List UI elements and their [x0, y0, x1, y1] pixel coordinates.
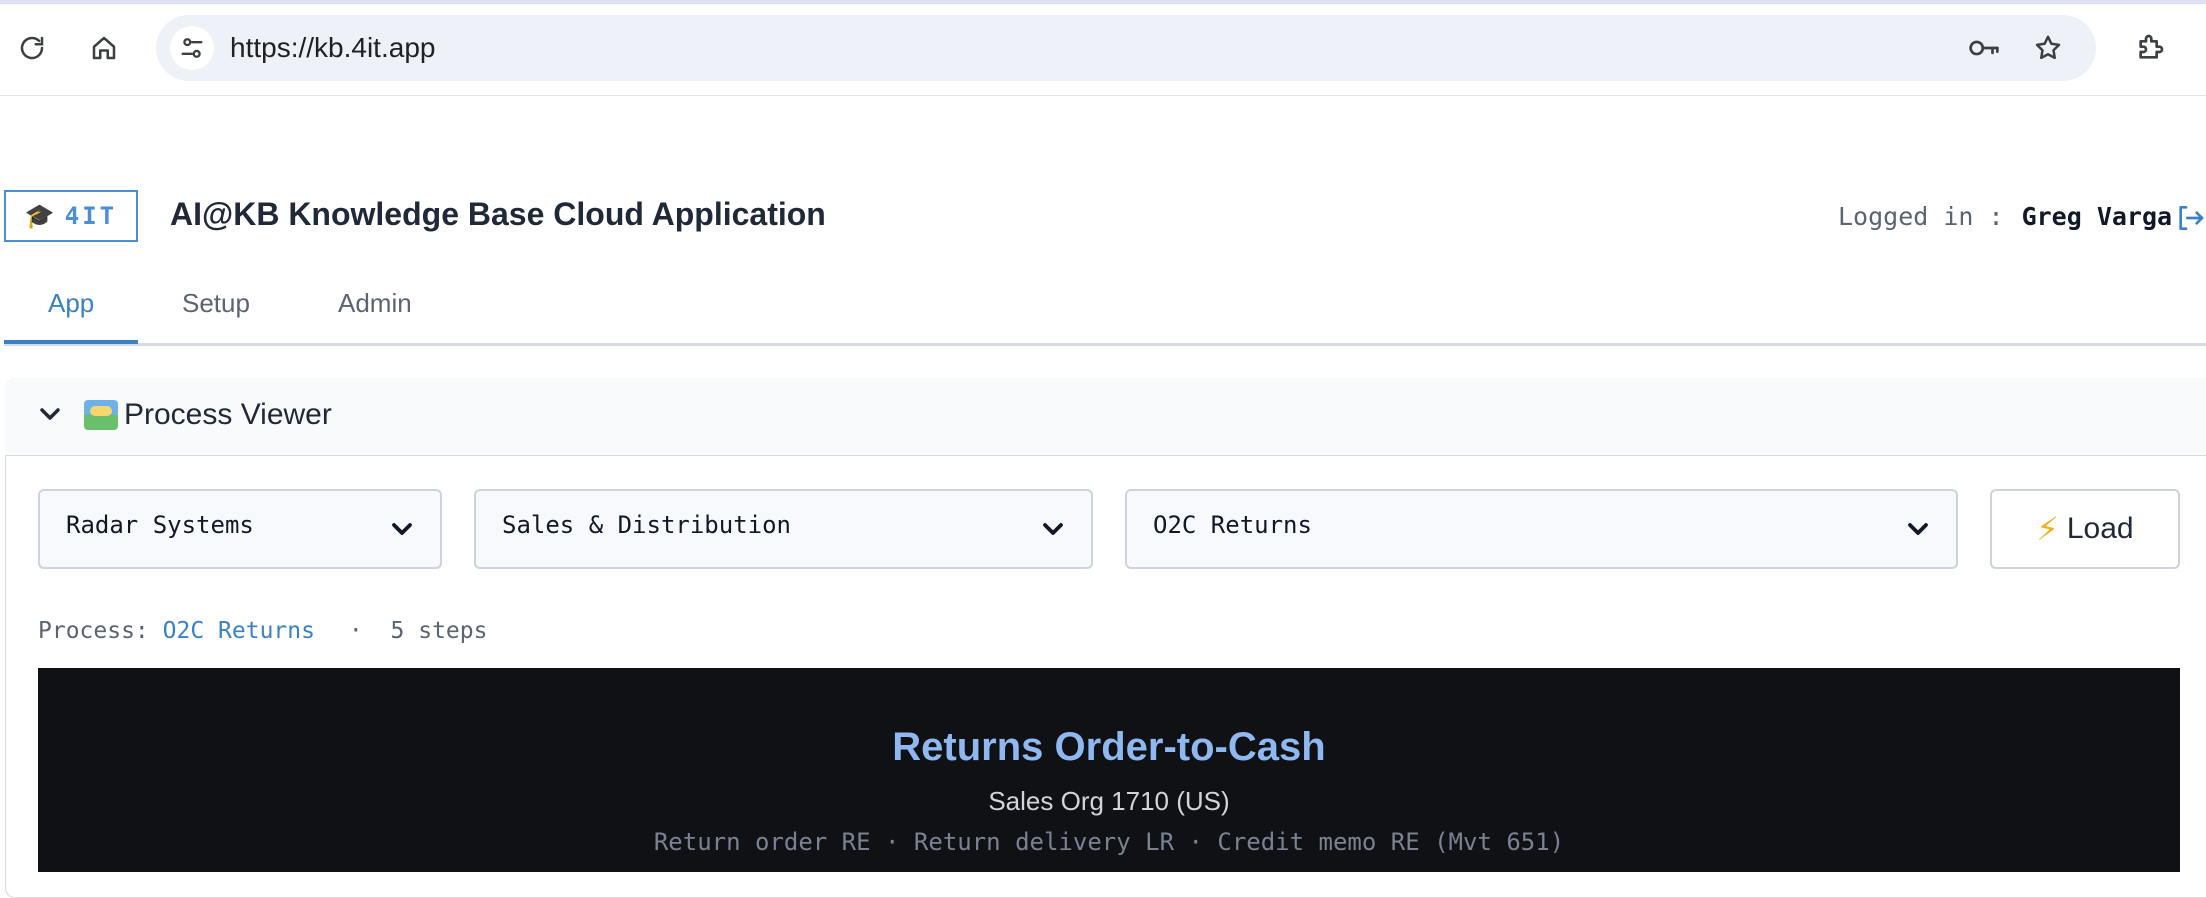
active-tab-indicator — [4, 340, 138, 344]
user-name: Greg Varga — [2021, 202, 2173, 231]
logout-button[interactable] — [2174, 202, 2206, 234]
password-button[interactable] — [1962, 26, 2006, 70]
process-diagram: Returns Order-to-Cash Sales Org 1710 (US… — [38, 668, 2180, 872]
star-icon — [2035, 35, 2061, 60]
app-title: AI@KB Knowledge Base Cloud Application — [170, 196, 826, 232]
load-button[interactable]: ⚡ Load — [1990, 489, 2180, 569]
home-button[interactable] — [82, 26, 126, 70]
map-emoji-icon — [84, 400, 118, 430]
url-text[interactable]: https://kb.4it.app — [230, 15, 435, 81]
tab-admin[interactable]: Admin — [338, 288, 412, 319]
reload-button[interactable] — [10, 26, 54, 70]
graduation-cap-icon: 🎓 — [24, 202, 55, 230]
chevron-down-icon — [1908, 523, 1928, 535]
logout-icon — [2179, 206, 2204, 230]
process-steps: 5 steps — [390, 618, 488, 644]
panel-title: Process Viewer — [124, 398, 332, 431]
site-settings-button[interactable] — [170, 26, 214, 70]
process-info: Process: O2C Returns · 5 steps — [38, 618, 487, 644]
tab-app[interactable]: App — [48, 288, 94, 319]
diagram-description: Return order RE · Return delivery LR · C… — [653, 828, 1565, 856]
module-select-value: Sales & Distribution — [502, 511, 791, 539]
process-name: O2C Returns — [162, 618, 315, 644]
process-select-value: O2C Returns — [1153, 511, 1312, 539]
diagram-subtitle: Sales Org 1710 (US) — [988, 786, 1230, 816]
chevron-down-icon — [40, 408, 60, 420]
tune-icon — [181, 38, 203, 58]
diagram-title: Returns Order-to-Cash — [892, 725, 1326, 769]
bookmark-button[interactable] — [2026, 26, 2070, 70]
chevron-down-icon — [1043, 523, 1063, 535]
brand-text: 4IT — [64, 202, 118, 230]
logged-in-status: Logged in : Greg Varga — [1838, 202, 2172, 231]
collapse-toggle[interactable] — [34, 398, 66, 430]
key-icon — [1969, 40, 1999, 56]
process-label: Process: — [38, 618, 149, 644]
reload-icon — [20, 36, 44, 60]
tab-strip-edge — [0, 0, 2206, 4]
extensions-button[interactable] — [2128, 26, 2172, 70]
panel-header[interactable] — [5, 378, 2206, 456]
logged-in-label: Logged in : — [1838, 202, 2004, 231]
tabs-divider — [4, 343, 2206, 346]
load-button-label: Load — [2066, 512, 2134, 545]
company-select-value: Radar Systems — [66, 511, 254, 539]
lightning-icon: ⚡ — [2036, 511, 2059, 547]
company-select[interactable]: Radar Systems — [38, 489, 442, 569]
module-select[interactable]: Sales & Distribution — [474, 489, 1093, 569]
tab-setup[interactable]: Setup — [182, 288, 250, 319]
process-select[interactable]: O2C Returns — [1125, 489, 1958, 569]
home-icon — [92, 36, 116, 60]
address-bar[interactable]: https://kb.4it.app — [156, 15, 2096, 81]
process-separator: · — [348, 618, 363, 644]
chevron-down-icon — [392, 523, 412, 535]
puzzle-icon — [2139, 34, 2164, 59]
brand-logo: 🎓 4IT — [4, 190, 138, 242]
